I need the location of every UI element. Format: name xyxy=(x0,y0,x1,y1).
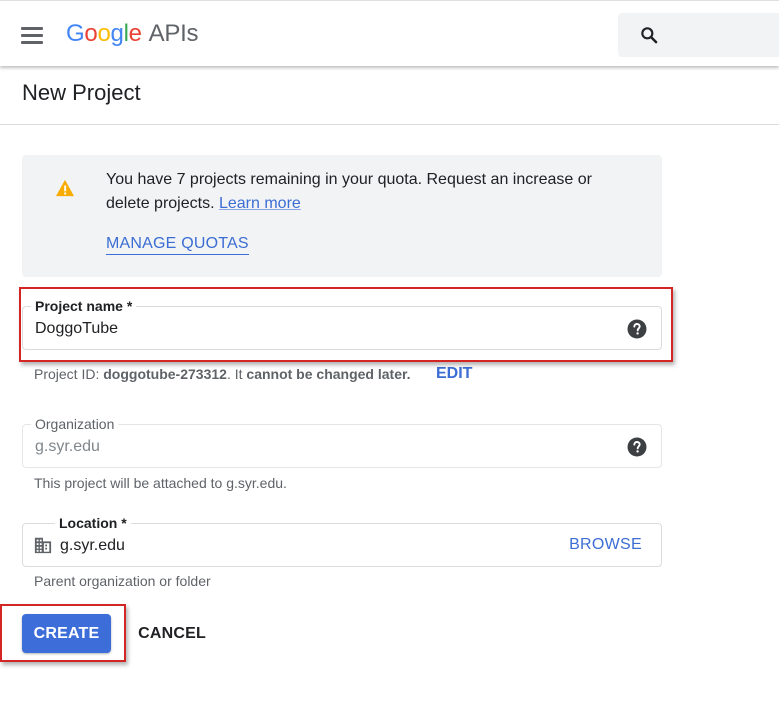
logo-letter: o xyxy=(97,20,111,47)
divider xyxy=(0,124,779,125)
project-id-prefix: Project ID: xyxy=(34,366,104,382)
organization-hint: This project will be attached to g.syr.e… xyxy=(34,475,287,491)
location-field[interactable]: Location * g.syr.edu BROWSE xyxy=(22,514,662,567)
logo-letter: o xyxy=(84,20,98,47)
logo-letter: G xyxy=(66,20,85,47)
building-icon xyxy=(34,537,52,554)
project-id-value: doggotube-273312 xyxy=(103,366,227,382)
browse-button[interactable]: BROWSE xyxy=(569,536,642,554)
project-id-middle: . It xyxy=(226,366,247,382)
warning-icon xyxy=(56,179,74,197)
help-icon[interactable] xyxy=(627,319,647,339)
main-menu-button[interactable] xyxy=(12,15,52,55)
logo-suffix: APIs xyxy=(148,20,199,47)
project-name-value[interactable]: DoggoTube xyxy=(35,319,118,339)
app-header: Google APIs xyxy=(0,0,779,66)
learn-more-link[interactable]: Learn more xyxy=(219,195,301,212)
organization-field: Organization g.syr.edu xyxy=(22,415,662,468)
cancel-button[interactable]: CANCEL xyxy=(131,614,213,653)
quota-message: You have 7 projects remaining in your qu… xyxy=(106,168,626,216)
manage-quotas-link[interactable]: MANAGE QUOTAS xyxy=(106,235,249,255)
create-button[interactable]: CREATE xyxy=(22,614,111,653)
logo-letter: e xyxy=(128,20,142,47)
google-apis-logo[interactable]: Google APIs xyxy=(66,17,198,51)
quota-notice: You have 7 projects remaining in your qu… xyxy=(22,155,662,277)
location-hint: Parent organization or folder xyxy=(34,573,211,589)
project-id-warning: cannot be changed later. xyxy=(246,366,411,382)
location-label: Location * xyxy=(55,514,131,532)
project-id-text: Project ID: doggotube-273312. It cannot … xyxy=(34,366,411,382)
search-icon[interactable] xyxy=(639,25,659,45)
search-input[interactable] xyxy=(618,13,779,57)
quota-text: You have 7 projects remaining in your qu… xyxy=(106,171,592,212)
page-title: New Project xyxy=(22,80,141,105)
menu-bar xyxy=(21,34,43,37)
logo-letter: g xyxy=(110,20,124,47)
menu-bar xyxy=(21,27,43,30)
project-name-field[interactable]: Project name * DoggoTube xyxy=(22,297,662,350)
project-name-label: Project name * xyxy=(31,297,137,315)
organization-label: Organization xyxy=(31,415,119,433)
organization-value: g.syr.edu xyxy=(35,438,100,455)
menu-bar xyxy=(21,41,43,44)
edit-project-id-button[interactable]: EDIT xyxy=(436,365,472,383)
location-value: g.syr.edu xyxy=(60,537,125,554)
help-icon[interactable] xyxy=(627,437,647,457)
